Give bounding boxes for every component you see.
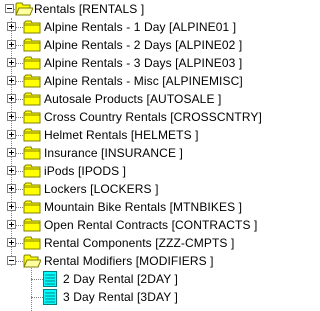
tree-connector bbox=[16, 243, 23, 244]
tree-item-category[interactable]: Alpine Rentals - 1 Day [ALPINE01 ] bbox=[0, 18, 306, 36]
expand-toggle-icon[interactable] bbox=[5, 4, 14, 13]
expand-toggle-icon[interactable] bbox=[7, 202, 16, 211]
tree-item-label: 3 Day Rental [3DAY ] bbox=[63, 290, 178, 304]
category-tree: Rentals [RENTALS ] Alpine Rentals - 1 Day… bbox=[0, 0, 306, 311]
tree-item-category[interactable]: Alpine Rentals - 3 Days [ALPINE03 ] bbox=[0, 54, 306, 72]
expand-toggle-icon[interactable] bbox=[7, 58, 16, 67]
tree-connector bbox=[16, 135, 23, 136]
tree-connector bbox=[31, 297, 43, 298]
tree-item-label: Lockers [LOCKERS ] bbox=[44, 182, 159, 196]
tree-connector bbox=[16, 261, 23, 262]
tree-item-label: Alpine Rentals - 3 Days [ALPINE03 ] bbox=[44, 56, 243, 70]
tree-item-category[interactable]: Open Rental Contracts [CONTRACTS ] bbox=[0, 216, 306, 234]
folder-icon bbox=[23, 20, 41, 34]
folder-icon bbox=[23, 92, 41, 106]
tree-item-modifier[interactable]: 3 Day Rental [3DAY ] bbox=[0, 288, 306, 306]
expand-toggle-icon[interactable] bbox=[7, 130, 16, 139]
expand-toggle-icon[interactable] bbox=[7, 184, 16, 193]
folder-icon bbox=[23, 56, 41, 70]
expand-toggle-icon[interactable] bbox=[7, 22, 16, 31]
tree-item-label: 2 Day Rental [2DAY ] bbox=[63, 272, 178, 286]
folder-icon bbox=[23, 128, 41, 142]
folder-icon bbox=[23, 110, 41, 124]
tree-item-label: Mountain Bike Rentals [MTNBIKES ] bbox=[44, 200, 243, 214]
tree-connector bbox=[16, 225, 23, 226]
tree-item-category[interactable]: Insurance [INSURANCE ] bbox=[0, 144, 306, 162]
tree-item-category[interactable]: Mountain Bike Rentals [MTNBIKES ] bbox=[0, 198, 306, 216]
expand-toggle-icon[interactable] bbox=[7, 220, 16, 229]
tree-item-label: Insurance [INSURANCE ] bbox=[44, 146, 183, 160]
expand-toggle-icon[interactable] bbox=[7, 166, 16, 175]
tree-item-category[interactable]: Rental Components [ZZZ-CMPTS ] bbox=[0, 234, 306, 252]
tree-item-category[interactable]: Rental Modifiers [MODIFIERS ] bbox=[0, 252, 306, 270]
expand-toggle-icon[interactable] bbox=[7, 256, 16, 265]
tree-connector bbox=[16, 27, 23, 28]
tree-item-label: Open Rental Contracts [CONTRACTS ] bbox=[44, 218, 258, 232]
tree-connector bbox=[16, 63, 23, 64]
tree-item-rentals[interactable]: Rentals [RENTALS ] bbox=[0, 0, 306, 18]
folder-icon bbox=[23, 200, 41, 214]
expand-toggle-icon[interactable] bbox=[7, 112, 16, 121]
tree-item-category[interactable]: Autosale Products [AUTOSALE ] bbox=[0, 90, 306, 108]
tree-item-label: Rental Modifiers [MODIFIERS ] bbox=[44, 254, 214, 268]
tree-connector bbox=[16, 81, 23, 82]
tree-connector bbox=[16, 117, 23, 118]
expand-toggle-icon[interactable] bbox=[7, 40, 16, 49]
expand-toggle-icon[interactable] bbox=[7, 148, 16, 157]
tree-connector bbox=[16, 171, 23, 172]
tree-item-label: Alpine Rentals - 2 Days [ALPINE02 ] bbox=[44, 38, 243, 52]
tree-item-category[interactable]: Helmet Rentals [HELMETS ] bbox=[0, 126, 306, 144]
tree-item-category[interactable]: Lockers [LOCKERS ] bbox=[0, 180, 306, 198]
tree-connector bbox=[16, 207, 23, 208]
folder-icon bbox=[23, 254, 42, 268]
tree-item-label: Alpine Rentals - Misc [ALPINEMISC] bbox=[44, 74, 243, 88]
tree-item-label: Rental Components [ZZZ-CMPTS ] bbox=[44, 236, 235, 250]
folder-icon bbox=[23, 236, 41, 250]
folder-icon bbox=[23, 182, 41, 196]
expand-toggle-icon[interactable] bbox=[7, 94, 16, 103]
tree-connector bbox=[31, 279, 43, 280]
tree-item-category[interactable]: iPods [IPODS ] bbox=[0, 162, 306, 180]
tree-item-label: Autosale Products [AUTOSALE ] bbox=[44, 92, 222, 106]
folder-icon bbox=[23, 164, 41, 178]
tree-item-category[interactable]: Cross Country Rentals [CROSSCNTRY] bbox=[0, 108, 306, 126]
tree-item-category[interactable]: Alpine Rentals - 2 Days [ALPINE02 ] bbox=[0, 36, 306, 54]
tree-item-label: Rentals [RENTALS ] bbox=[34, 2, 145, 16]
expand-toggle-icon[interactable] bbox=[7, 238, 16, 247]
folder-icon bbox=[23, 74, 41, 88]
tree-connector bbox=[16, 45, 23, 46]
document-icon bbox=[43, 289, 57, 305]
tree-item-label: Cross Country Rentals [CROSSCNTRY] bbox=[44, 110, 262, 124]
folder-icon bbox=[23, 146, 41, 160]
tree-item-category[interactable]: Alpine Rentals - Misc [ALPINEMISC] bbox=[0, 72, 306, 90]
tree-connector bbox=[16, 99, 23, 100]
tree-connector bbox=[16, 153, 23, 154]
tree-item-label: Alpine Rentals - 1 Day [ALPINE01 ] bbox=[44, 20, 237, 34]
tree-item-label: Helmet Rentals [HELMETS ] bbox=[44, 128, 199, 142]
document-icon bbox=[43, 271, 57, 287]
tree-item-label: iPods [IPODS ] bbox=[44, 164, 127, 178]
tree-item-modifier[interactable]: 2 Day Rental [2DAY ] bbox=[0, 270, 306, 288]
folder-icon bbox=[23, 218, 41, 232]
tree-connector bbox=[16, 189, 23, 190]
folder-icon bbox=[15, 2, 34, 16]
expand-toggle-icon[interactable] bbox=[7, 76, 16, 85]
folder-icon bbox=[23, 38, 41, 52]
